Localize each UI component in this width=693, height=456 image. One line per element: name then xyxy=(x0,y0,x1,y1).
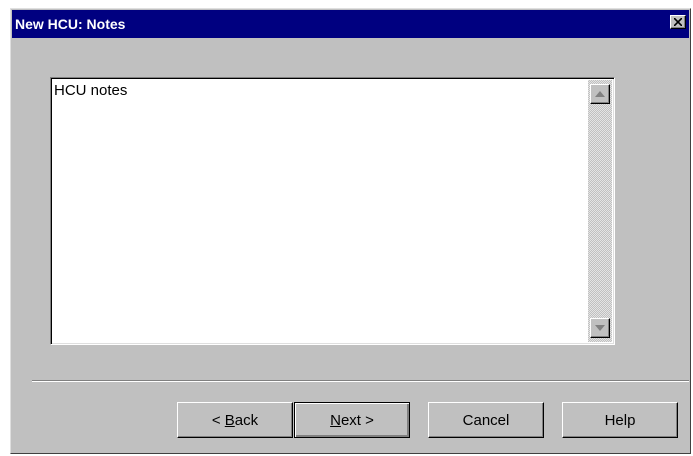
notes-text: HCU notes xyxy=(54,82,128,99)
scroll-down-button[interactable] xyxy=(590,318,610,338)
title-bar[interactable]: New HCU: Notes xyxy=(12,10,689,38)
separator-line xyxy=(32,380,689,382)
arrow-down-icon xyxy=(595,325,605,331)
cancel-button[interactable]: Cancel xyxy=(428,402,544,438)
notes-textarea[interactable]: HCU notes xyxy=(50,77,615,345)
close-icon xyxy=(674,18,682,26)
cancel-label: Cancel xyxy=(462,411,510,429)
back-button[interactable]: < Back xyxy=(177,402,293,438)
back-prefix: < xyxy=(211,411,225,429)
close-button[interactable] xyxy=(670,15,686,29)
window-title: New HCU: Notes xyxy=(15,16,126,32)
vertical-scrollbar[interactable] xyxy=(588,80,612,342)
new-hcu-notes-dialog: New HCU: Notes HCU notes < Back Next > C… xyxy=(10,8,691,454)
next-label-rest: ext > xyxy=(340,411,374,429)
next-mnemonic: N xyxy=(330,411,341,429)
next-button[interactable]: Next > xyxy=(294,402,410,438)
help-button[interactable]: Help xyxy=(562,402,678,438)
back-label-rest: ack xyxy=(234,411,259,429)
back-mnemonic: B xyxy=(224,411,235,429)
scroll-up-button[interactable] xyxy=(590,84,610,104)
arrow-up-icon xyxy=(595,91,605,97)
help-label: Help xyxy=(604,411,636,429)
